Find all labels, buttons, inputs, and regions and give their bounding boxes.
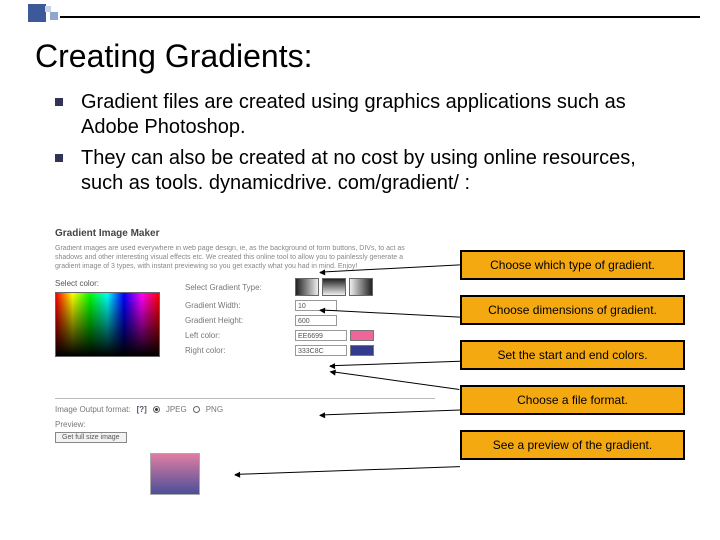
png-radio[interactable] [193,406,200,413]
gradient-type-option[interactable] [322,278,346,296]
left-color-row: Left color: EE6699 [185,330,435,341]
callout-colors: Set the start and end colors. [460,340,685,370]
gradient-type-label: Select Gradient Type: [185,283,295,292]
left-color-label: Left color: [185,331,295,340]
slide-title: Creating Gradients: [35,38,312,75]
bullet-text: They can also be created at no cost by u… [81,146,675,196]
arrow-icon [331,371,460,390]
bullet-text: Gradient files are created using graphic… [81,90,675,140]
accent-square [45,6,51,12]
accent-square [28,4,46,22]
left-color-input[interactable]: EE6699 [295,330,347,341]
list-item: Gradient files are created using graphic… [55,90,675,140]
callout-preview: See a preview of the gradient. [460,430,685,460]
bullet-icon [55,154,63,162]
preview-block: Preview: Get full size image [55,420,127,443]
right-color-input[interactable]: 333C8C [295,345,347,356]
callout-type: Choose which type of gradient. [460,250,685,280]
preview-label: Preview: [55,420,127,429]
right-color-row: Right color: 333C8C [185,345,435,356]
height-row: Gradient Height: 600 [185,315,435,326]
preview-image [150,453,200,495]
get-full-size-button[interactable]: Get full size image [55,432,127,443]
app-description: Gradient images are used everywhere in w… [55,244,425,271]
right-color-swatch[interactable] [350,345,374,356]
left-color-swatch[interactable] [350,330,374,341]
jpeg-radio[interactable] [153,406,160,413]
app-heading: Gradient Image Maker [55,228,425,239]
bullet-icon [55,98,63,106]
color-picker[interactable] [55,292,160,357]
height-label: Gradient Height: [185,316,295,325]
right-color-label: Right color: [185,346,295,355]
jpeg-label: JPEG [166,405,187,414]
callout-format: Choose a file format. [460,385,685,415]
png-label: PNG [206,405,223,414]
form-area: Select Gradient Type: Gradient Width: 10… [185,278,435,360]
embedded-screenshot: Gradient Image Maker Gradient images are… [55,228,425,365]
accent-line [60,16,700,18]
bullet-list: Gradient files are created using graphic… [55,90,675,202]
arrow-icon [235,466,460,475]
gradient-type-row: Select Gradient Type: [185,278,435,296]
width-row: Gradient Width: 10 [185,300,435,311]
height-input[interactable]: 600 [295,315,337,326]
width-label: Gradient Width: [185,301,295,310]
list-item: They can also be created at no cost by u… [55,146,675,196]
callouts: Choose which type of gradient. Choose di… [460,250,685,475]
gradient-type-option[interactable] [295,278,319,296]
callout-dimensions: Choose dimensions of gradient. [460,295,685,325]
slide-accent [0,4,720,26]
output-format-label: Image Output format: [55,405,131,414]
accent-square [50,12,58,20]
gradient-type-option[interactable] [349,278,373,296]
help-icon[interactable]: [?] [137,405,147,414]
